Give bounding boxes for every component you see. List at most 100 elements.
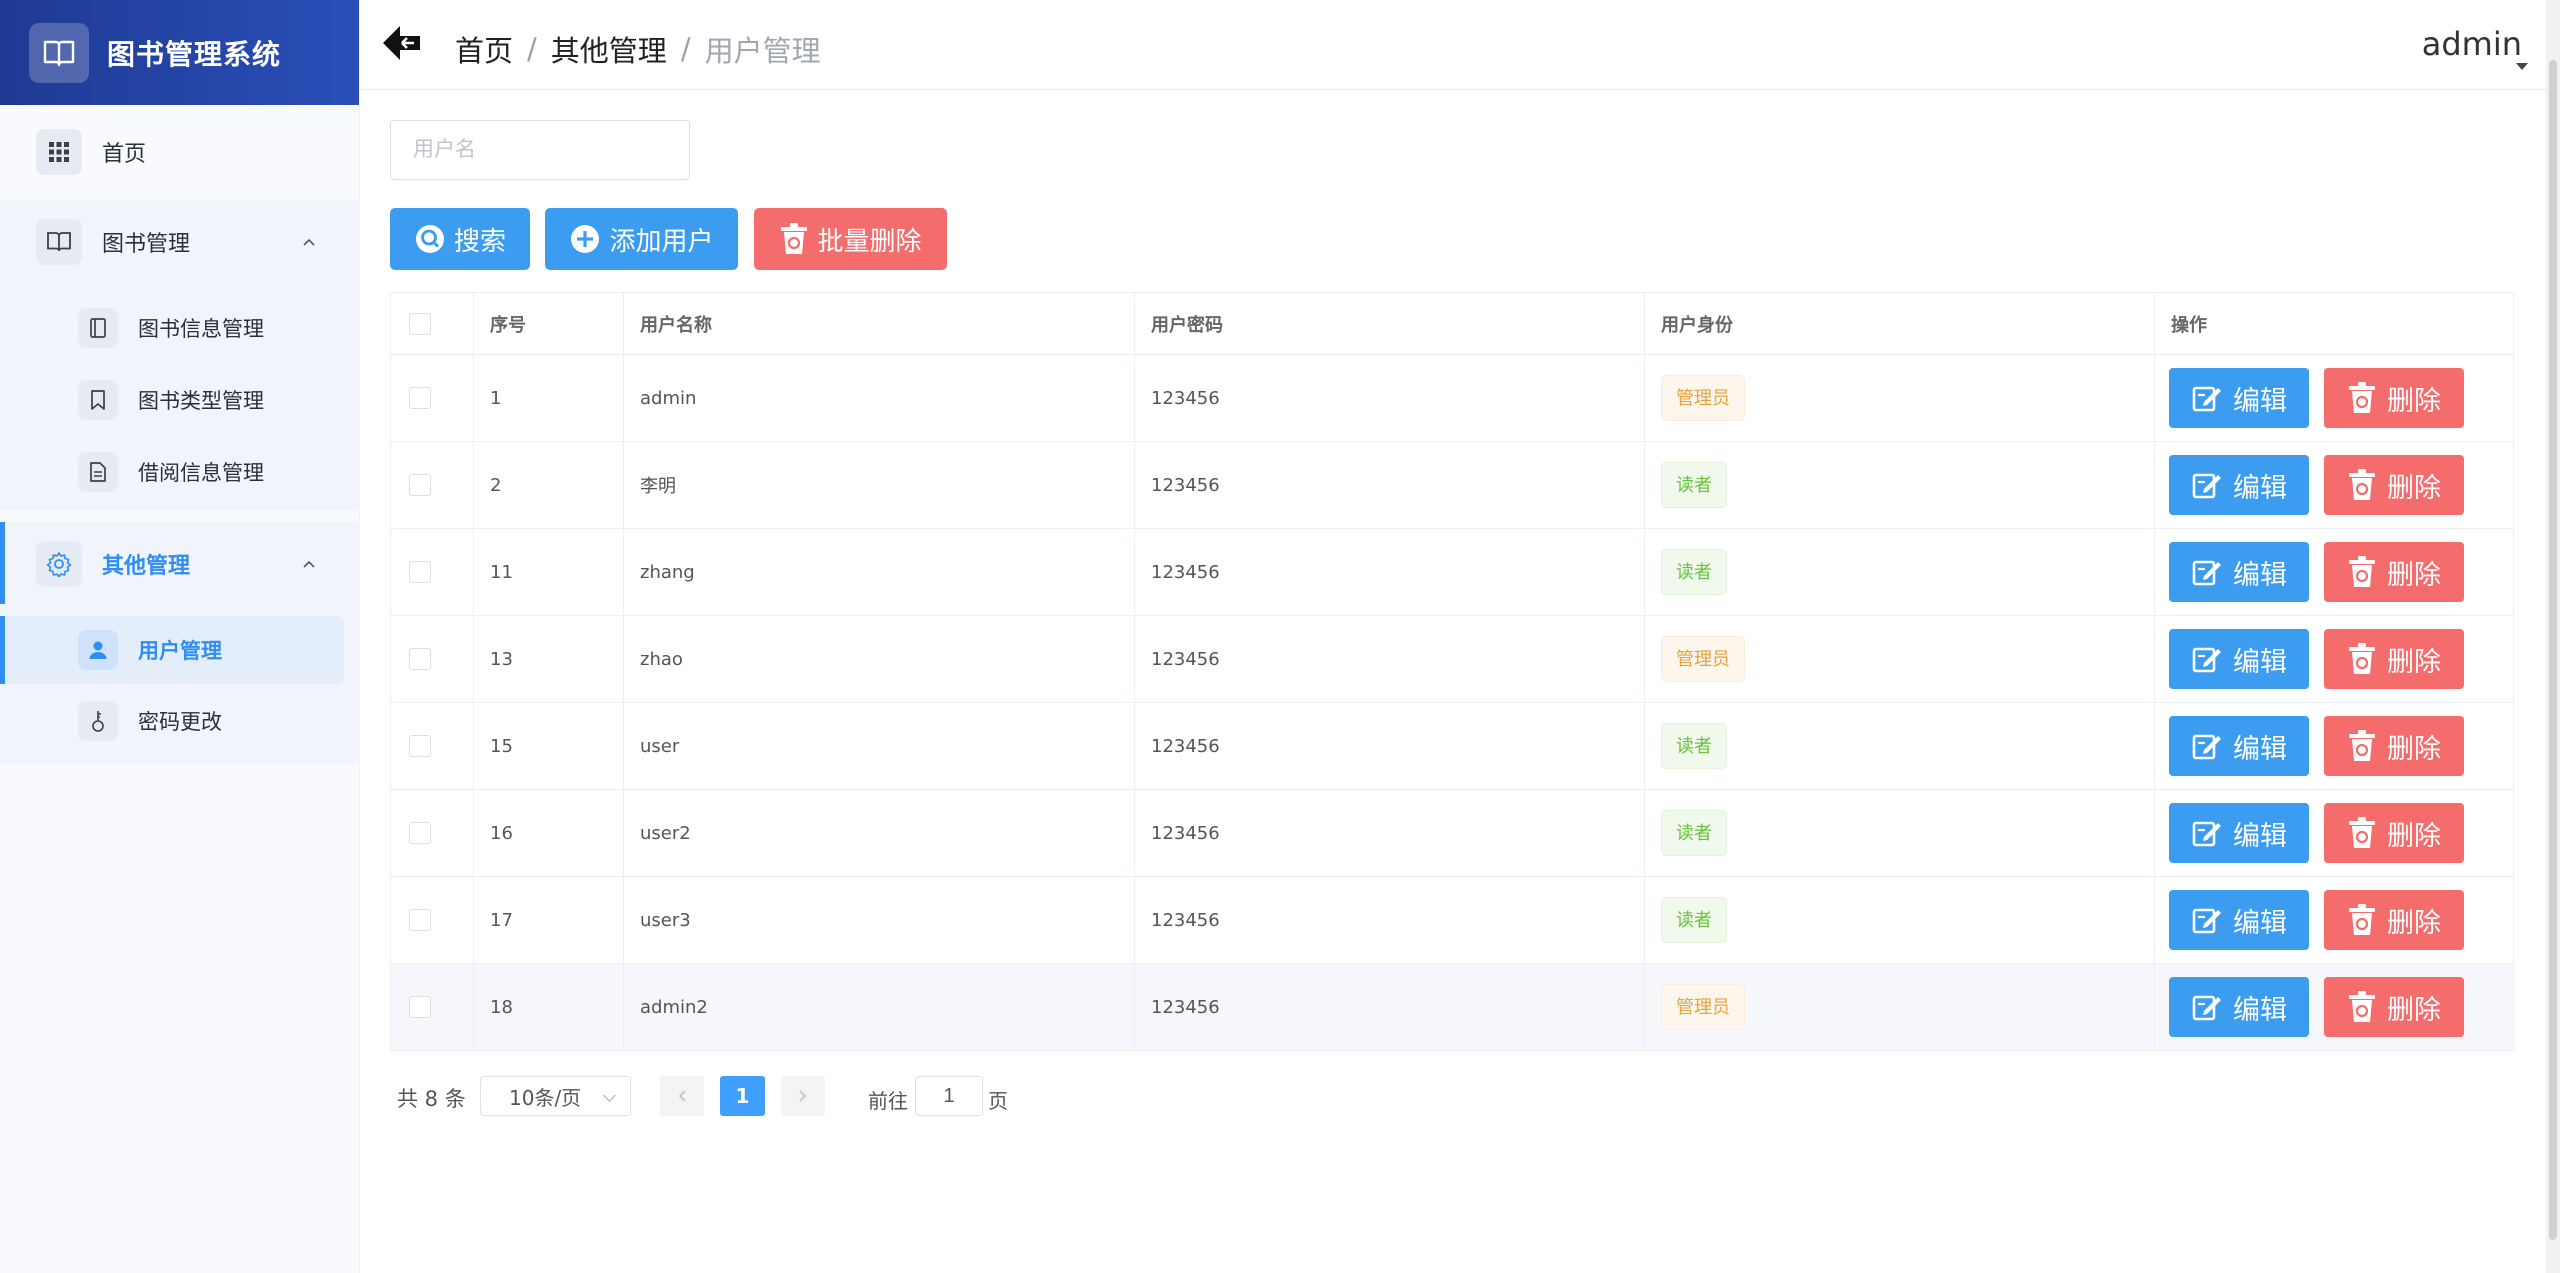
edit-button[interactable]: 编辑 — [2169, 368, 2309, 428]
user-name-cell: zhang — [624, 529, 1135, 615]
delete-button[interactable]: 删除 — [2324, 716, 2464, 776]
user-menu[interactable]: admin — [2422, 25, 2522, 63]
edit-button[interactable]: 编辑 — [2169, 542, 2309, 602]
delete-button-label: 删除 — [2387, 820, 2441, 852]
username-search-input[interactable] — [390, 120, 690, 180]
breadcrumb-home[interactable]: 首页 — [455, 28, 513, 70]
breadcrumb-other[interactable]: 其他管理 — [551, 28, 667, 70]
delete-button[interactable]: 删除 — [2324, 803, 2464, 863]
caret-down-icon[interactable] — [2516, 63, 2528, 70]
row-checkbox-cell — [391, 964, 474, 1050]
role-tag: 管理员 — [1661, 984, 1745, 1030]
role-tag: 管理员 — [1661, 636, 1745, 682]
edit-button[interactable]: 编辑 — [2169, 890, 2309, 950]
search-button[interactable]: 搜索 — [390, 208, 530, 270]
sidebar-item-home[interactable]: 首页 — [0, 128, 360, 176]
sidebar-item-book-info[interactable]: 图书信息管理 — [0, 308, 360, 348]
scrollbar-thumb[interactable] — [2549, 60, 2557, 1240]
user-role-cell: 读者 — [1645, 442, 2155, 528]
page-number-current[interactable]: 1 — [720, 1076, 765, 1116]
sidebar-item-password[interactable]: 密码更改 — [0, 701, 360, 741]
row-checkbox[interactable] — [409, 561, 431, 583]
prev-page-button[interactable] — [660, 1076, 704, 1116]
table-row[interactable]: 11 zhang 123456 读者 编辑 删除 — [391, 529, 2515, 616]
trash-icon — [2349, 730, 2375, 761]
user-name-cell: user2 — [624, 790, 1135, 876]
user-role-cell: 读者 — [1645, 790, 2155, 876]
user-id-cell: 11 — [474, 529, 624, 615]
goto-page-input[interactable] — [915, 1076, 983, 1116]
edit-button[interactable]: 编辑 — [2169, 455, 2309, 515]
user-id-cell: 16 — [474, 790, 624, 876]
table-row[interactable]: 2 李明 123456 读者 编辑 删除 — [391, 442, 2515, 529]
add-user-button-label: 添加用户 — [609, 226, 714, 257]
add-user-button[interactable]: 添加用户 — [545, 208, 738, 270]
delete-button[interactable]: 删除 — [2324, 542, 2464, 602]
table-row[interactable]: 17 user3 123456 读者 编辑 删除 — [391, 877, 2515, 964]
sidebar-item-label: 借阅信息管理 — [138, 461, 264, 485]
page-size-value: 10条/页 — [509, 1085, 582, 1110]
table-row[interactable]: 16 user2 123456 读者 编辑 删除 — [391, 790, 2515, 877]
delete-button-label: 删除 — [2387, 646, 2441, 678]
edit-icon — [2192, 821, 2221, 847]
app-title: 图书管理系统 — [107, 37, 282, 71]
delete-button[interactable]: 删除 — [2324, 977, 2464, 1037]
sidebar-item-borrow-info[interactable]: 借阅信息管理 — [0, 452, 360, 492]
batch-delete-button[interactable]: 批量删除 — [754, 208, 947, 270]
delete-button-label: 删除 — [2387, 907, 2441, 939]
book-icon — [36, 219, 82, 265]
role-tag: 读者 — [1661, 810, 1727, 856]
row-checkbox[interactable] — [409, 474, 431, 496]
sidebar-item-label: 图书信息管理 — [138, 317, 264, 341]
table-row[interactable]: 18 admin2 123456 管理员 编辑 删除 — [391, 964, 2515, 1051]
table-row[interactable]: 1 admin 123456 管理员 编辑 删除 — [391, 355, 2515, 442]
row-checkbox[interactable] — [409, 735, 431, 757]
role-tag: 读者 — [1661, 723, 1727, 769]
actions-cell: 编辑 删除 — [2155, 703, 2515, 789]
table-row[interactable]: 13 zhao 123456 管理员 编辑 删除 — [391, 616, 2515, 703]
row-checkbox-cell — [391, 355, 474, 441]
back-arrow-icon[interactable] — [380, 22, 424, 70]
sidebar-group-other[interactable]: 其他管理 — [0, 540, 360, 588]
user-name-cell: zhao — [624, 616, 1135, 702]
trash-icon — [2349, 817, 2375, 848]
select-all-checkbox[interactable] — [409, 312, 431, 335]
vertical-scrollbar[interactable] — [2546, 0, 2560, 1273]
row-checkbox-cell — [391, 790, 474, 876]
user-id-cell: 17 — [474, 877, 624, 963]
brand-header: 图书管理系统 — [0, 0, 359, 105]
trash-icon — [2349, 643, 2375, 674]
sidebar-item-user-manage[interactable]: 用户管理 — [0, 630, 360, 670]
breadcrumb-current: 用户管理 — [704, 34, 821, 68]
row-checkbox[interactable] — [409, 996, 431, 1018]
header-checkbox-cell — [391, 293, 474, 354]
delete-button[interactable]: 删除 — [2324, 455, 2464, 515]
gear-icon — [36, 541, 82, 587]
edit-button-label: 编辑 — [2233, 559, 2287, 591]
actions-cell: 编辑 删除 — [2155, 790, 2515, 876]
edit-button-label: 编辑 — [2233, 907, 2287, 939]
page-size-select[interactable]: 10条/页 — [480, 1076, 631, 1116]
table-row[interactable]: 15 user 123456 读者 编辑 删除 — [391, 703, 2515, 790]
edit-button-label: 编辑 — [2233, 646, 2287, 678]
next-page-button[interactable] — [781, 1076, 825, 1116]
sidebar-item-label: 首页 — [102, 142, 147, 167]
delete-button[interactable]: 删除 — [2324, 890, 2464, 950]
row-checkbox[interactable] — [409, 822, 431, 844]
edit-button[interactable]: 编辑 — [2169, 977, 2309, 1037]
chevron-up-icon — [303, 238, 315, 246]
role-tag: 读者 — [1661, 897, 1727, 943]
row-checkbox[interactable] — [409, 648, 431, 670]
sidebar-item-book-type[interactable]: 图书类型管理 — [0, 380, 360, 420]
sidebar-item-label: 密码更改 — [138, 710, 222, 734]
row-checkbox[interactable] — [409, 909, 431, 931]
sidebar-group-book[interactable]: 图书管理 — [0, 218, 360, 266]
delete-button[interactable]: 删除 — [2324, 368, 2464, 428]
edit-button[interactable]: 编辑 — [2169, 629, 2309, 689]
delete-button[interactable]: 删除 — [2324, 629, 2464, 689]
edit-button[interactable]: 编辑 — [2169, 716, 2309, 776]
edit-button[interactable]: 编辑 — [2169, 803, 2309, 863]
row-checkbox[interactable] — [409, 387, 431, 409]
breadcrumb-separator: / — [680, 32, 691, 66]
search-button-label: 搜索 — [453, 226, 506, 257]
